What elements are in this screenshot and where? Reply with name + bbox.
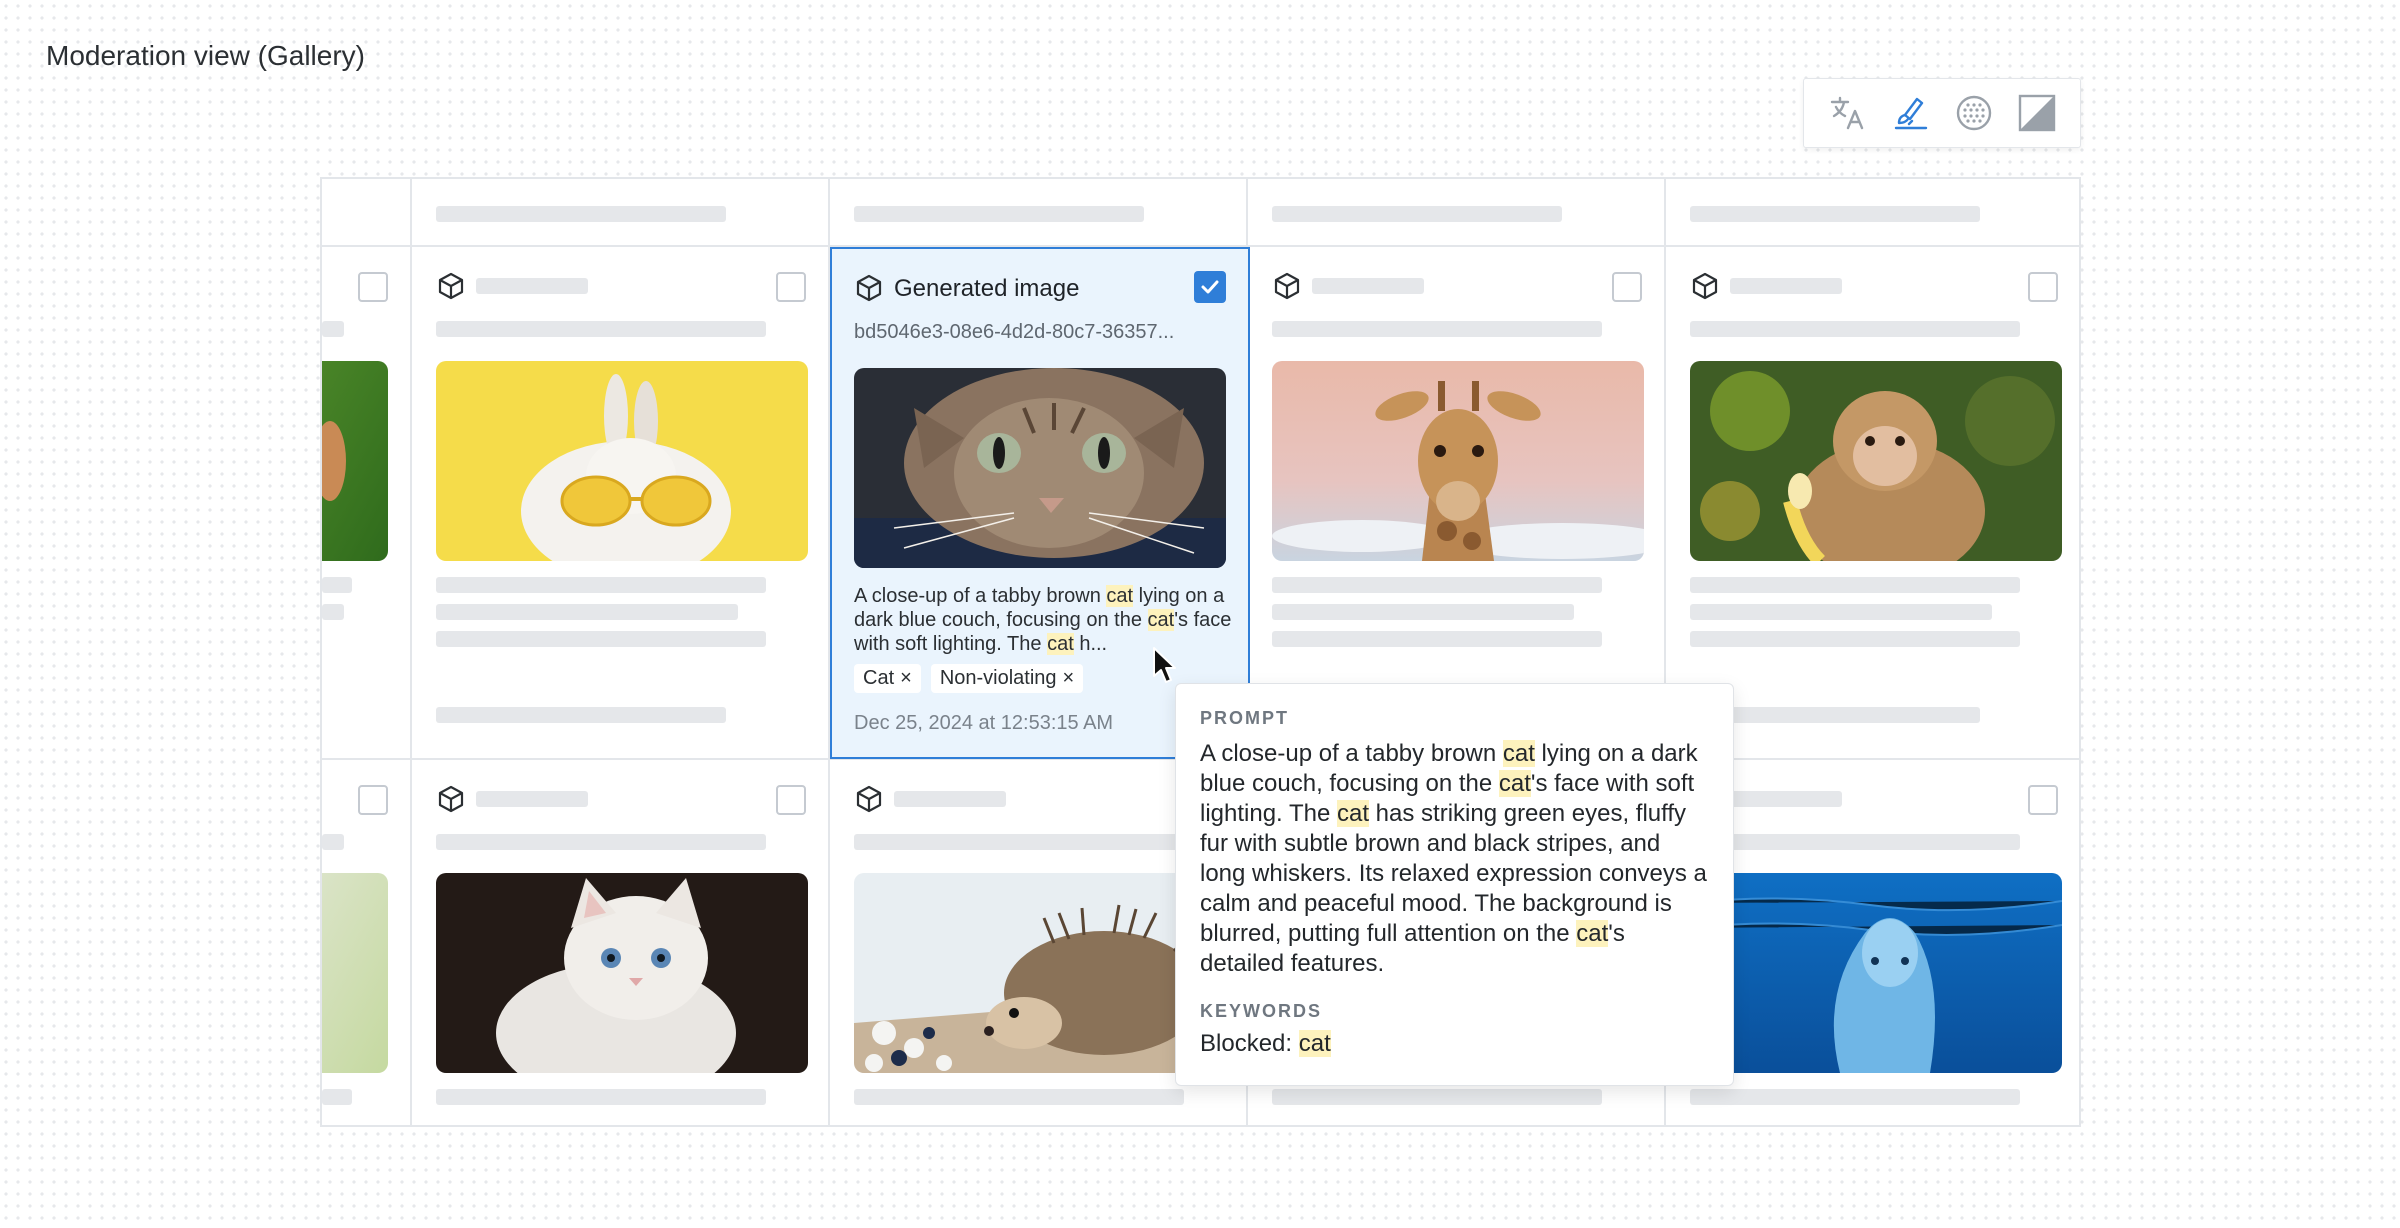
text-placeholder	[322, 1089, 352, 1105]
checkmark-icon	[1201, 280, 1219, 294]
keyword-highlight: cat	[1147, 609, 1175, 631]
header-placeholder	[1272, 206, 1562, 222]
dolphin-image	[1690, 873, 2062, 1073]
blur-pattern-icon	[1956, 95, 1991, 131]
translate-icon	[1830, 96, 1863, 130]
tag-list: Cat × Non-violating ×	[854, 664, 1084, 693]
highlight-button[interactable]	[1889, 91, 1933, 135]
text-placeholder	[1272, 631, 1602, 647]
text-placeholder	[854, 834, 1184, 850]
blur-button[interactable]	[1952, 91, 1996, 135]
title-placeholder	[476, 791, 588, 807]
blocked-keywords: Blocked: cat	[1200, 1030, 1331, 1057]
text-placeholder	[322, 834, 344, 850]
text-placeholder	[436, 321, 766, 337]
white-kitten-image	[436, 873, 808, 1073]
text-placeholder	[1690, 321, 2020, 337]
text-placeholder	[436, 604, 738, 620]
highlight-brush-icon	[1894, 97, 1927, 130]
text-placeholder	[436, 631, 766, 647]
card-thumbnail[interactable]	[854, 368, 1226, 568]
card-thumbnail[interactable]	[1690, 873, 2062, 1073]
cube-icon	[438, 272, 464, 300]
keyword-highlight: cat	[1502, 740, 1535, 767]
rabbit-image	[436, 361, 808, 561]
tag-cat[interactable]: Cat ×	[854, 664, 921, 693]
hedgehog-image	[854, 873, 1226, 1073]
title-placeholder	[894, 791, 1006, 807]
header-placeholder	[854, 206, 1144, 222]
title-placeholder	[1730, 278, 1842, 294]
card-checkbox[interactable]	[2028, 272, 2058, 302]
header-placeholder	[1690, 206, 1980, 222]
giraffe-image	[1272, 361, 1644, 561]
text-placeholder	[854, 1089, 1184, 1105]
cube-icon	[1274, 272, 1300, 300]
title-placeholder	[476, 278, 588, 294]
text-placeholder	[436, 834, 766, 850]
card-checkbox[interactable]	[776, 272, 806, 302]
monkey-image	[1690, 361, 2062, 561]
text-placeholder	[322, 321, 344, 337]
text-placeholder	[1690, 834, 2020, 850]
card-thumbnail[interactable]	[854, 873, 1226, 1073]
card-checkbox[interactable]	[1612, 272, 1642, 302]
remove-tag-icon[interactable]: ×	[1063, 667, 1075, 690]
page-title: Moderation view (Gallery)	[46, 40, 365, 71]
card-checkbox[interactable]	[776, 785, 806, 815]
card-id: bd5046e3-08e6-4d2d-80c7-36357...	[854, 321, 1175, 343]
card-thumbnail[interactable]	[436, 873, 808, 1073]
keywords-label: KEYWORDS	[1200, 1001, 1323, 1021]
contrast-icon	[2018, 94, 2055, 132]
keyword-highlight: cat	[1336, 800, 1369, 827]
card-title: Generated image	[894, 275, 1080, 302]
keyword-highlight: cat	[1047, 633, 1074, 655]
card-thumbnail[interactable]	[322, 361, 388, 561]
mouse-cursor-icon	[1153, 647, 1176, 683]
text-placeholder	[1272, 1089, 1602, 1105]
cube-icon	[856, 785, 882, 813]
title-placeholder	[1312, 278, 1424, 294]
card-thumbnail[interactable]	[1272, 361, 1644, 561]
translate-button[interactable]	[1826, 91, 1870, 135]
text-placeholder	[1690, 604, 1992, 620]
keyword-highlight: cat	[1298, 1030, 1331, 1057]
cube-icon	[438, 785, 464, 813]
header-placeholder	[436, 206, 726, 222]
tabby-cat-image	[854, 368, 1226, 568]
text-placeholder	[1690, 577, 2020, 593]
text-placeholder	[322, 604, 344, 620]
prompt-popover: PROMPT A close-up of a tabby brown cat l…	[1175, 683, 1734, 1086]
card-checkbox-checked[interactable]	[1194, 271, 1226, 303]
card-checkbox[interactable]	[2028, 785, 2058, 815]
keyword-highlight: cat	[1498, 770, 1531, 797]
card-checkbox[interactable]	[358, 785, 388, 815]
title-placeholder	[1730, 791, 1842, 807]
text-placeholder	[1690, 1089, 2020, 1105]
text-placeholder	[1272, 577, 1602, 593]
card-thumbnail[interactable]	[436, 361, 808, 561]
text-placeholder	[1272, 604, 1574, 620]
prompt-text: A close-up of a tabby brown cat lying on…	[1200, 740, 1707, 977]
text-placeholder	[436, 1089, 766, 1105]
text-placeholder	[1272, 321, 1602, 337]
view-toolbar	[1803, 78, 2081, 148]
prompt-label: PROMPT	[1200, 708, 1290, 728]
contrast-button[interactable]	[2015, 91, 2059, 135]
keyword-highlight: cat	[1576, 920, 1609, 947]
text-placeholder	[436, 707, 726, 723]
card-thumbnail[interactable]	[1690, 361, 2062, 561]
card-thumbnail[interactable]	[322, 873, 388, 1073]
cube-icon	[856, 274, 882, 302]
cube-icon	[1692, 272, 1718, 300]
grid-divider	[410, 179, 412, 1125]
card-timestamp: Dec 25, 2024 at 12:53:15 AM	[854, 712, 1114, 734]
tag-non-violating[interactable]: Non-violating ×	[930, 664, 1084, 693]
keyword-highlight: cat	[1106, 585, 1134, 607]
text-placeholder	[436, 577, 766, 593]
text-placeholder	[1690, 631, 2020, 647]
remove-tag-icon[interactable]: ×	[900, 667, 912, 690]
card-checkbox[interactable]	[358, 272, 388, 302]
text-placeholder	[322, 577, 352, 593]
